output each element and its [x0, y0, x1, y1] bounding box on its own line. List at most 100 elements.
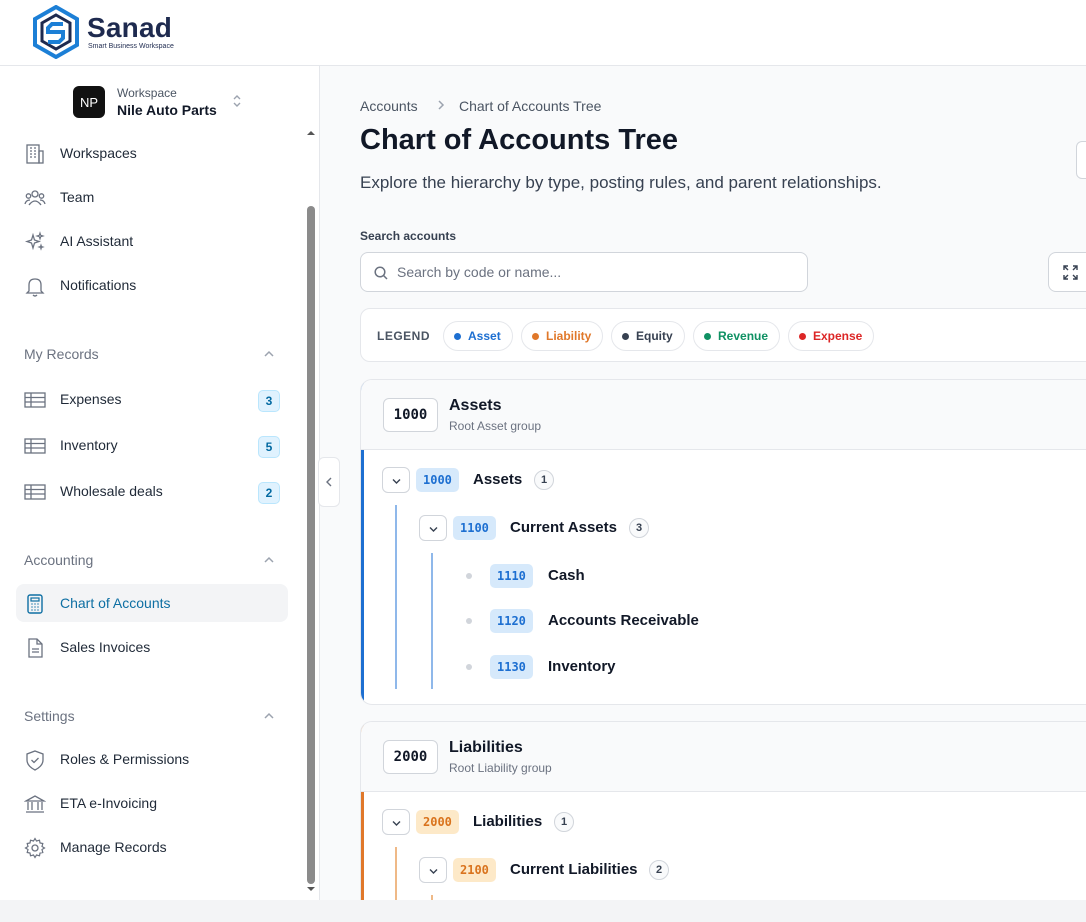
nav-item-inventory[interactable]: Inventory 5 [16, 426, 288, 464]
group-code: 2000 [383, 740, 438, 774]
section-accounting[interactable]: Accounting [24, 552, 93, 568]
scroll-up-arrow-icon[interactable] [306, 128, 316, 138]
sidebar-scrollbar[interactable] [306, 66, 316, 900]
collapse-toggle[interactable] [382, 467, 410, 493]
legend-dot [704, 332, 711, 340]
team-icon [24, 190, 46, 206]
tree-row-1120[interactable]: 1120 Accounts Receivable [466, 604, 766, 638]
workspace-avatar: NP [73, 86, 105, 118]
nav-label: Notifications [60, 277, 137, 293]
table-icon [24, 392, 46, 408]
nav-item-roles-permissions[interactable]: Roles & Permissions [16, 740, 288, 778]
account-name: Inventory [548, 658, 616, 675]
expand-icon [1063, 265, 1078, 280]
sidebar-collapse-button[interactable] [318, 457, 340, 507]
legend-label: Revenue [718, 329, 769, 343]
tree-row-2000[interactable]: 2000 Liabilities 1 [382, 805, 682, 839]
section-settings[interactable]: Settings [24, 708, 75, 724]
chevron-left-icon [326, 477, 332, 487]
group-header[interactable]: 1000 Assets Root Asset group [361, 380, 1086, 450]
tree-connector [395, 847, 397, 900]
account-name: Current Liabilities [510, 861, 638, 878]
account-name: Accounts Receivable [548, 612, 699, 629]
legend-chip-expense[interactable]: Expense [788, 321, 875, 351]
expand-all-button[interactable] [1048, 252, 1086, 292]
nav-item-workspaces[interactable]: Workspaces [16, 134, 288, 172]
workspace-switcher[interactable]: NP Workspace Nile Auto Parts [73, 86, 253, 122]
tree-row-1110[interactable]: 1110 Cash [466, 559, 766, 593]
sanad-logo-icon[interactable] [32, 5, 80, 59]
brand-name: Sanad [87, 12, 173, 43]
tree-connector [431, 553, 433, 689]
nav-label: Team [60, 189, 95, 205]
child-count: 2 [649, 860, 669, 880]
tree-row-1100[interactable]: 1100 Current Assets 3 [419, 511, 719, 545]
legend-chip-asset[interactable]: Asset [443, 321, 513, 351]
top-bar: Sanad Smart Business Workspace [0, 0, 1086, 66]
bank-icon [24, 795, 46, 813]
document-icon [28, 638, 43, 658]
chevron-up-icon[interactable] [262, 709, 276, 723]
nav-item-manage-records[interactable]: Manage Records [16, 828, 288, 866]
nav-item-wholesale-deals[interactable]: Wholesale deals 2 [16, 472, 288, 510]
legend-dot [454, 332, 461, 340]
collapse-toggle[interactable] [419, 857, 447, 883]
legend-chip-equity[interactable]: Equity [611, 321, 685, 351]
legend-dot [532, 332, 539, 340]
account-code: 1100 [453, 516, 496, 540]
account-name: Liabilities [473, 813, 543, 830]
account-code: 2100 [453, 858, 496, 882]
scrollbar-thumb[interactable] [307, 206, 315, 884]
chevron-down-icon [392, 479, 401, 484]
group-subtitle: Root Asset group [449, 419, 542, 433]
tree-connector [395, 505, 397, 689]
nav-item-sales-invoices[interactable]: Sales Invoices [16, 628, 288, 666]
page-title: Chart of Accounts Tree [360, 124, 678, 156]
tree-row-1000[interactable]: 1000 Assets 1 [382, 463, 682, 497]
nav-item-eta-e-invoicing[interactable]: ETA e-Invoicing [16, 784, 288, 822]
nav-label: AI Assistant [60, 233, 134, 249]
child-count: 3 [629, 518, 649, 538]
nav-item-ai-assistant[interactable]: AI Assistant [16, 222, 288, 260]
workspace-label: Workspace [117, 86, 177, 100]
legend-chip-liability[interactable]: Liability [521, 321, 604, 351]
legend-label: Asset [468, 329, 501, 343]
nav-item-expenses[interactable]: Expenses 3 [16, 380, 288, 418]
search-input[interactable] [397, 261, 797, 283]
breadcrumb-accounts[interactable]: Accounts [360, 98, 418, 114]
legend-chip-revenue[interactable]: Revenue [693, 321, 781, 351]
group-header[interactable]: 2000 Liabilities Root Liability group [361, 722, 1086, 792]
legend: LEGEND Asset Liability Equity Revenue Ex… [360, 308, 1086, 362]
collapse-toggle[interactable] [419, 515, 447, 541]
account-code: 1130 [490, 655, 533, 679]
chevron-up-icon[interactable] [262, 347, 276, 361]
section-my-records[interactable]: My Records [24, 346, 99, 362]
table-icon [24, 438, 46, 454]
group-name: Assets [449, 397, 502, 414]
count-badge: 2 [258, 482, 280, 504]
tree-row-1130[interactable]: 1130 Inventory [466, 650, 766, 684]
nav-label: Sales Invoices [60, 639, 151, 655]
nav-item-notifications[interactable]: Notifications [16, 266, 288, 304]
nav-label: Manage Records [60, 839, 167, 855]
tree-row-2100[interactable]: 2100 Current Liabilities 2 [419, 853, 739, 887]
sidebar: NP Workspace Nile Auto Parts Workspaces … [0, 66, 320, 900]
shield-icon [26, 750, 44, 771]
header-action-button[interactable] [1076, 141, 1086, 179]
collapse-toggle[interactable] [382, 809, 410, 835]
chevron-up-icon[interactable] [262, 553, 276, 567]
legend-label: Liability [546, 329, 592, 343]
group-subtitle: Root Liability group [449, 761, 552, 775]
nav-item-team[interactable]: Team [16, 178, 288, 216]
count-badge: 3 [258, 390, 280, 412]
legend-title: LEGEND [377, 329, 431, 343]
leaf-bullet [466, 573, 472, 579]
calculator-icon [27, 594, 43, 614]
legend-dot [622, 332, 629, 340]
scroll-down-arrow-icon[interactable] [306, 884, 316, 894]
child-count: 1 [534, 470, 554, 490]
brand-tagline: Smart Business Workspace [88, 43, 174, 50]
nav-item-chart-of-accounts[interactable]: Chart of Accounts [16, 584, 288, 622]
account-code: 2000 [416, 810, 459, 834]
group-code: 1000 [383, 398, 438, 432]
